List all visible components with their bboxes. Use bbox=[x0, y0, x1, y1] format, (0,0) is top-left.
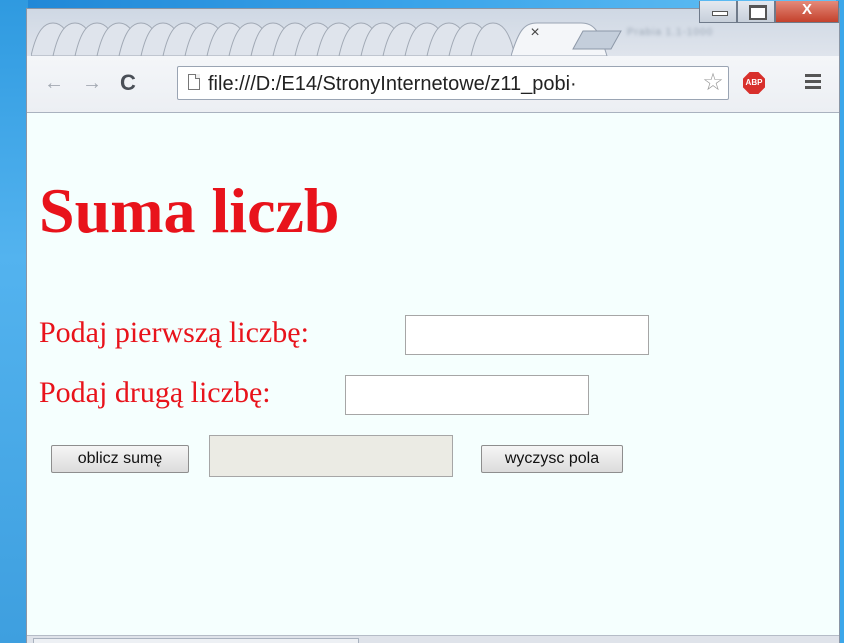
sum-result-field bbox=[209, 435, 453, 477]
calculate-sum-button[interactable]: oblicz sumę bbox=[51, 445, 189, 473]
page-title: Suma liczb bbox=[39, 175, 340, 246]
browser-toolbar: ← → C file:///D:/E14/StronyInternetowe/z… bbox=[27, 56, 839, 113]
address-bar[interactable]: file:///D:/E14/StronyInternetowe/z11_pob… bbox=[177, 66, 729, 100]
window-close-button[interactable]: X bbox=[775, 1, 839, 23]
page-icon bbox=[188, 74, 200, 90]
stacked-tabs[interactable] bbox=[31, 19, 531, 56]
reload-icon[interactable]: C bbox=[115, 70, 141, 96]
window-controls: X bbox=[699, 1, 839, 23]
bookmark-star-icon[interactable]: ☆ bbox=[700, 70, 726, 96]
download-shelf-item bbox=[33, 638, 359, 643]
blurred-tab-title: Prabia 1.1-1000 bbox=[627, 27, 714, 38]
menu-icon-line bbox=[805, 86, 821, 89]
menu-icon-line bbox=[805, 74, 821, 77]
title-bar: × Prabia 1.1-1000 X bbox=[27, 1, 839, 56]
first-number-input[interactable] bbox=[405, 315, 649, 355]
status-bar bbox=[27, 635, 839, 643]
url-text[interactable]: file:///D:/E14/StronyInternetowe/z11_pob… bbox=[208, 71, 698, 97]
desktop-edge-left bbox=[0, 0, 28, 643]
menu-icon[interactable] bbox=[805, 74, 821, 90]
back-arrow-icon[interactable]: ← bbox=[41, 70, 67, 96]
minimize-icon[interactable] bbox=[699, 1, 737, 23]
forward-arrow-icon[interactable]: → bbox=[79, 70, 105, 96]
adblock-plus-icon[interactable]: ABP bbox=[743, 72, 765, 94]
first-number-label: Podaj pierwszą liczbę: bbox=[39, 316, 309, 349]
menu-icon-line bbox=[805, 80, 821, 83]
maximize-icon[interactable] bbox=[737, 1, 775, 23]
clear-fields-button[interactable]: wyczysc pola bbox=[481, 445, 623, 473]
second-number-label: Podaj drugą liczbę: bbox=[39, 376, 271, 409]
tab-close-icon[interactable]: × bbox=[525, 23, 545, 43]
browser-window: × Prabia 1.1-1000 X ← → C file:///D:/E14… bbox=[26, 1, 840, 643]
second-number-input[interactable] bbox=[345, 375, 589, 415]
new-tab-button[interactable] bbox=[571, 29, 627, 51]
page-content: Suma liczb Podaj pierwszą liczbę: Podaj … bbox=[27, 113, 839, 643]
